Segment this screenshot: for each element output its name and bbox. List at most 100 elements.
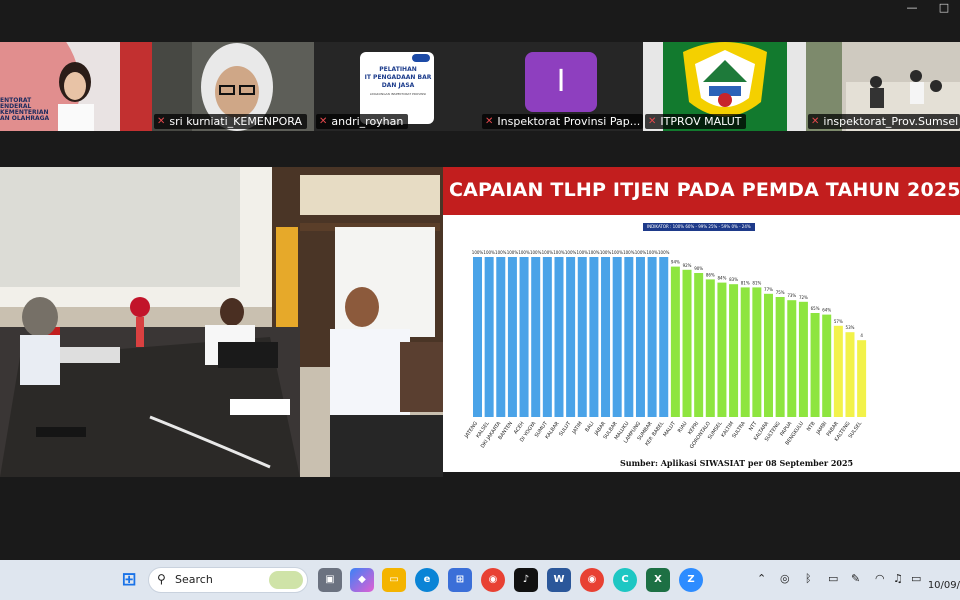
chart-bar	[612, 257, 622, 417]
chart-bar	[694, 273, 704, 417]
chart-bar	[810, 313, 820, 417]
participant-tile[interactable]: ✕ ITPROV MALUT	[643, 42, 806, 131]
chrome-icon[interactable]: ◉	[481, 568, 505, 592]
chart-bar	[635, 257, 645, 417]
bar-value-label: 100%	[518, 250, 530, 255]
category-label: MALUT	[662, 420, 677, 438]
shared-screen[interactable]: CAPAIAN TLHP ITJEN PADA PEMDA TAHUN 2025…	[443, 167, 960, 472]
tiktok-icon[interactable]: ♪	[514, 568, 538, 592]
recording-icon[interactable]: ◎	[780, 572, 790, 585]
word-icon[interactable]: W	[547, 568, 571, 592]
bar-chart: 100%JATENG100%KALSEL100%DKI JAKARTA100%B…	[463, 250, 867, 450]
bar-value-label: 72%	[799, 295, 808, 300]
store-icon[interactable]: ⊞	[448, 568, 472, 592]
search-icon: ⚲	[157, 572, 166, 586]
chart-bar	[729, 284, 739, 417]
chart-bar	[566, 257, 576, 417]
chart-bar	[787, 300, 797, 417]
chart-bar	[507, 257, 517, 417]
chart-bar	[473, 257, 482, 417]
bar-value-label: 100%	[507, 250, 519, 255]
category-label: JATIM	[571, 421, 584, 436]
window-controls: — □	[896, 0, 960, 16]
chrome-profile-icon[interactable]: ◉	[580, 568, 604, 592]
bar-value-label: 100%	[588, 250, 600, 255]
mic-muted-icon: ✕	[648, 116, 657, 127]
cast-icon[interactable]: ▭	[828, 572, 838, 585]
bar-value-label: 100%	[658, 250, 670, 255]
clock[interactable]: 10/09/	[928, 580, 960, 591]
bar-value-label: 90%	[694, 266, 703, 271]
copilot-icon[interactable]: ◆	[350, 568, 374, 592]
chart-bar	[484, 257, 494, 417]
chart-bar	[764, 293, 773, 417]
chart-bar	[740, 287, 750, 417]
slide-subtext: LINGKUNGAN INSPEKTORAT PROVINSI	[369, 92, 427, 96]
bar-value-label: 94%	[671, 260, 680, 265]
bar-value-label: 81%	[752, 280, 761, 285]
participant-name: ✕ andri_royhan	[316, 114, 409, 129]
chart-bar	[670, 266, 680, 417]
bar-value-label: 100%	[635, 250, 647, 255]
participant-name: ✕ inspektorat_Prov.Sumsel	[808, 114, 960, 129]
bar-value-label: 64%	[822, 308, 831, 313]
mic-muted-icon: ✕	[485, 116, 494, 127]
bar-value-label: 75%	[776, 290, 785, 295]
bluetooth-icon[interactable]: ᛒ	[805, 572, 812, 585]
chart-bar	[647, 257, 657, 417]
chart-bar	[845, 332, 855, 417]
chart-bar	[519, 257, 529, 417]
chart-bar	[577, 257, 587, 417]
bar-value-label: 100%	[600, 250, 612, 255]
excel-icon[interactable]: X	[646, 568, 670, 592]
task-view-icon[interactable]: ▣	[318, 568, 342, 592]
pen-icon[interactable]: ✎	[851, 572, 860, 585]
chart-bar	[752, 287, 762, 417]
avatar: I	[525, 52, 597, 112]
mic-muted-icon: ✕	[157, 116, 166, 127]
wifi-icon[interactable]: ◠	[875, 572, 885, 585]
search-input[interactable]: ⚲ Search	[148, 567, 308, 593]
windows-start-icon[interactable]: ⊞	[117, 568, 141, 592]
category-label: SULUT	[558, 420, 573, 437]
bar-value-label: 84%	[717, 276, 726, 281]
participant-tile[interactable]: PELATIHAN IT PENGADAAN BAR DAN JASA LING…	[314, 42, 480, 131]
room-scene	[0, 167, 443, 477]
maximize-icon[interactable]: □	[928, 0, 960, 16]
bar-value-label: 57%	[834, 319, 843, 324]
chart-bar	[659, 257, 669, 417]
taskbar: ⊞ ⚲ Search ▣ ◆ ▭ e ⊞ ◉ ♪ W ◉ C X Z ⌃ ◎ ᛒ…	[0, 560, 960, 600]
chart-bar	[601, 257, 611, 417]
bar-value-label: 100%	[542, 250, 554, 255]
bar-value-label: 4	[860, 333, 863, 338]
participant-tile[interactable]: I ✕ Inspektorat Provinsi Pap...	[480, 42, 643, 131]
mic-muted-icon: ✕	[319, 116, 328, 127]
bar-value-label: 100%	[530, 250, 542, 255]
participant-tile[interactable]: ✕ inspektorat_Prov.Sumsel	[806, 42, 960, 131]
bar-value-label: 100%	[611, 250, 623, 255]
participant-tile[interactable]: ENTORAT ENDERAL KEMENTERIAN AN OLAHRAGA	[0, 42, 152, 131]
chart-bar	[857, 340, 867, 417]
bar-value-label: 92%	[683, 263, 692, 268]
chart-bar	[798, 301, 808, 417]
main-video-room[interactable]	[0, 167, 443, 477]
search-highlight-icon	[269, 571, 303, 589]
zoom-icon[interactable]: Z	[679, 568, 703, 592]
volume-icon[interactable]: ♫	[893, 572, 903, 585]
chart-bar	[833, 325, 843, 417]
canva-icon[interactable]: C	[613, 568, 637, 592]
edge-icon[interactable]: e	[415, 568, 439, 592]
participant-name: ✕ sri kurniati_KEMENPORA	[154, 114, 308, 129]
bar-value-label: 100%	[623, 250, 635, 255]
participant-tile[interactable]: ✕ sri kurniati_KEMENPORA	[152, 42, 314, 131]
bar-value-label: 100%	[646, 250, 658, 255]
bar-value-label: 77%	[764, 287, 773, 292]
file-explorer-icon[interactable]: ▭	[382, 568, 406, 592]
participant-name: ✕ Inspektorat Provinsi Pap...	[482, 114, 643, 129]
battery-icon[interactable]: ▭	[911, 572, 921, 585]
minimize-icon[interactable]: —	[896, 0, 928, 16]
chevron-up-icon[interactable]: ⌃	[757, 572, 766, 585]
chart-bar	[705, 279, 715, 417]
bar-value-label: 100%	[483, 250, 495, 255]
slide-text: PELATIHAN IT PENGADAAN BAR DAN JASA	[364, 66, 432, 89]
